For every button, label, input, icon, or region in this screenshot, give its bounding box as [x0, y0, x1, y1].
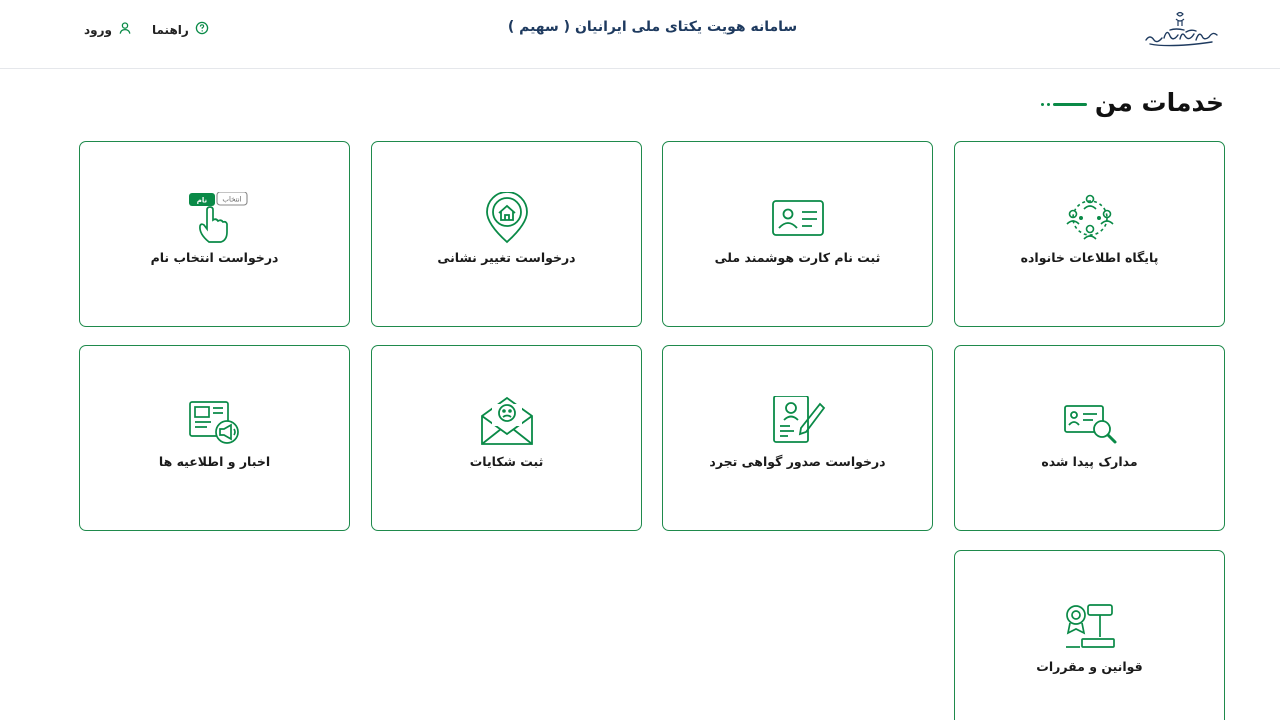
login-link[interactable]: ورود: [84, 21, 132, 38]
service-card-label: درخواست تغییر نشانی: [437, 250, 576, 265]
section-title-text: خدمات من: [1094, 88, 1224, 117]
certificate-edit-icon: [770, 395, 826, 448]
complaint-envelope-icon: [479, 396, 535, 448]
newspaper-megaphone-icon: [187, 396, 243, 448]
family-network-icon: [1062, 192, 1118, 244]
name-select-hand-icon: انتخاب نام: [187, 191, 248, 244]
home-location-icon: [479, 191, 535, 244]
top-header: سامانه هویت یکتای ملی ایرانیان ( سهیم ) …: [0, 0, 1280, 69]
service-card-label: پایگاه اطلاعات خانواده: [1020, 250, 1159, 265]
service-card-complaints[interactable]: ثبت شکایات: [371, 345, 642, 531]
service-card-news[interactable]: اخبار و اطلاعیه ها: [79, 345, 350, 531]
id-card-icon: [770, 192, 826, 244]
login-label: ورود: [84, 22, 112, 37]
service-card-label: قوانین و مقررات: [1036, 659, 1143, 674]
user-icon: [118, 21, 132, 38]
service-card-label: درخواست انتخاب نام: [150, 250, 279, 265]
service-card-label: اخبار و اطلاعیه ها: [158, 454, 271, 469]
service-card-laws[interactable]: قوانین و مقررات: [954, 550, 1225, 720]
service-card-label: درخواست صدور گواهی تجرد: [709, 454, 886, 469]
site-title-prefix: سامانه هویت یکتای ملی ایرانیان (: [558, 19, 798, 35]
name-tag-bottom-text: نام: [196, 197, 207, 205]
service-card-smart-id[interactable]: ثبت نام کارت هوشمند ملی: [662, 141, 933, 327]
site-title-brand: سهیم: [519, 19, 559, 35]
site-title-suffix: ): [507, 19, 520, 35]
help-link[interactable]: راهنما: [152, 21, 209, 38]
service-card-label: ثبت شکایات: [469, 454, 544, 469]
name-tag-top-text: انتخاب: [222, 196, 241, 204]
service-card-label: مدارک پیدا شده: [1041, 454, 1138, 469]
service-card-single-certificate[interactable]: درخواست صدور گواهی تجرد: [662, 345, 933, 531]
document-search-icon: [1062, 396, 1118, 448]
service-card-change-address[interactable]: درخواست تغییر نشانی: [371, 141, 642, 327]
section-title: خدمات من: [1040, 88, 1224, 117]
question-circle-icon: [195, 21, 209, 38]
service-card-label: ثبت نام کارت هوشمند ملی: [714, 250, 881, 265]
law-gavel-icon: [1062, 601, 1118, 653]
service-card-family-database[interactable]: پایگاه اطلاعات خانواده: [954, 141, 1225, 327]
section-title-decoration: [1040, 103, 1087, 106]
service-card-name-selection[interactable]: انتخاب نام درخواست انتخاب نام: [79, 141, 350, 327]
service-card-found-documents[interactable]: مدارک پیدا شده: [954, 345, 1225, 531]
help-label: راهنما: [152, 22, 189, 37]
